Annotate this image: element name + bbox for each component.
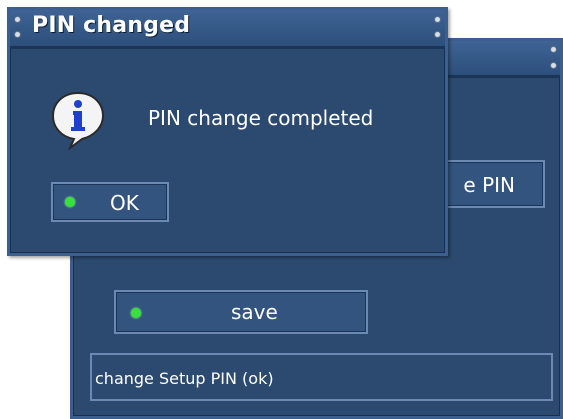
- rivet-icon: [435, 32, 440, 37]
- info-icon: [51, 91, 105, 150]
- change-pin-button[interactable]: e PIN: [443, 160, 545, 208]
- ok-label: OK: [110, 191, 139, 215]
- dialog-title: PIN changed: [32, 13, 191, 38]
- rivet-icon: [435, 17, 440, 22]
- green-led-icon: [131, 308, 141, 318]
- pin-changed-dialog: PIN changed PIN change completed OK: [7, 7, 448, 256]
- change-pin-label: e PIN: [463, 173, 515, 197]
- ok-button[interactable]: OK: [51, 182, 169, 222]
- dialog-titlebar: PIN changed: [10, 10, 445, 49]
- dialog-message: PIN change completed: [148, 106, 374, 130]
- status-text: change Setup PIN (ok): [95, 369, 274, 388]
- save-label: save: [231, 300, 278, 324]
- rivet-icon: [15, 32, 20, 37]
- rivet-icon: [551, 47, 556, 52]
- green-led-icon: [65, 197, 75, 207]
- screen: e PIN save change Setup PIN (ok) PIN cha…: [0, 0, 563, 419]
- save-button[interactable]: save: [114, 290, 368, 334]
- status-field: change Setup PIN (ok): [90, 353, 553, 401]
- rivet-icon: [551, 63, 556, 68]
- rivet-icon: [15, 17, 20, 22]
